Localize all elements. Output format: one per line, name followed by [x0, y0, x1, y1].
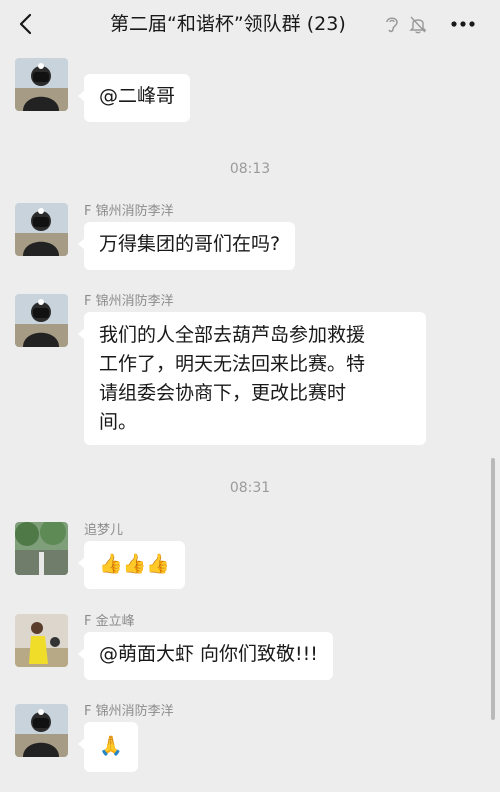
- message-line: 请组委会协商下，更改比赛时: [99, 382, 347, 404]
- chat-title: 第二届“和谐杯”领队群 (23): [110, 13, 346, 35]
- firefighter-avatar[interactable]: [15, 294, 68, 347]
- sender-name: F 锦州消防李洋: [84, 294, 174, 309]
- firefighter-avatar[interactable]: [15, 203, 68, 256]
- message-bubble[interactable]: 🙏: [78, 722, 138, 772]
- message-bubble[interactable]: 我们的人全部去葫芦岛参加救援 工作了，明天无法回来比赛。特 请组委会协商下，更改…: [78, 312, 426, 445]
- person-avatar[interactable]: [15, 614, 68, 667]
- message-bubble[interactable]: 万得集团的哥们在吗?: [77, 222, 296, 270]
- message-line: 间。: [99, 411, 138, 433]
- scenery-avatar[interactable]: [15, 522, 68, 575]
- sender-name: F 金立峰: [84, 614, 135, 629]
- more-icon[interactable]: [450, 16, 476, 32]
- chat-header: 第二届“和谐杯”领队群 (23): [0, 0, 500, 48]
- message-bubble[interactable]: 👍👍👍: [78, 541, 185, 589]
- message-bubble[interactable]: @二峰哥: [77, 74, 191, 122]
- sender-name: F 锦州消防李洋: [84, 204, 174, 219]
- scrollbar[interactable]: [491, 458, 495, 720]
- sender-name: 追梦儿: [84, 523, 124, 538]
- message-bubble[interactable]: @萌面大虾 向你们致敬!!!: [78, 632, 333, 680]
- sender-name: F 锦州消防李洋: [84, 704, 174, 719]
- timestamp: 08:13: [229, 161, 271, 177]
- message-line: 工作了，明天无法回来比赛。特: [99, 353, 366, 375]
- chevron-left-icon[interactable]: [14, 12, 38, 36]
- timestamp: 08:31: [229, 480, 271, 496]
- ear-icon: [386, 17, 398, 32]
- bell-off-icon: [409, 16, 427, 33]
- title-status-icons: [383, 13, 428, 34]
- firefighter-avatar[interactable]: [15, 58, 68, 111]
- firefighter-avatar[interactable]: [15, 704, 68, 757]
- message-line: 我们的人全部去葫芦岛参加救援: [99, 324, 366, 346]
